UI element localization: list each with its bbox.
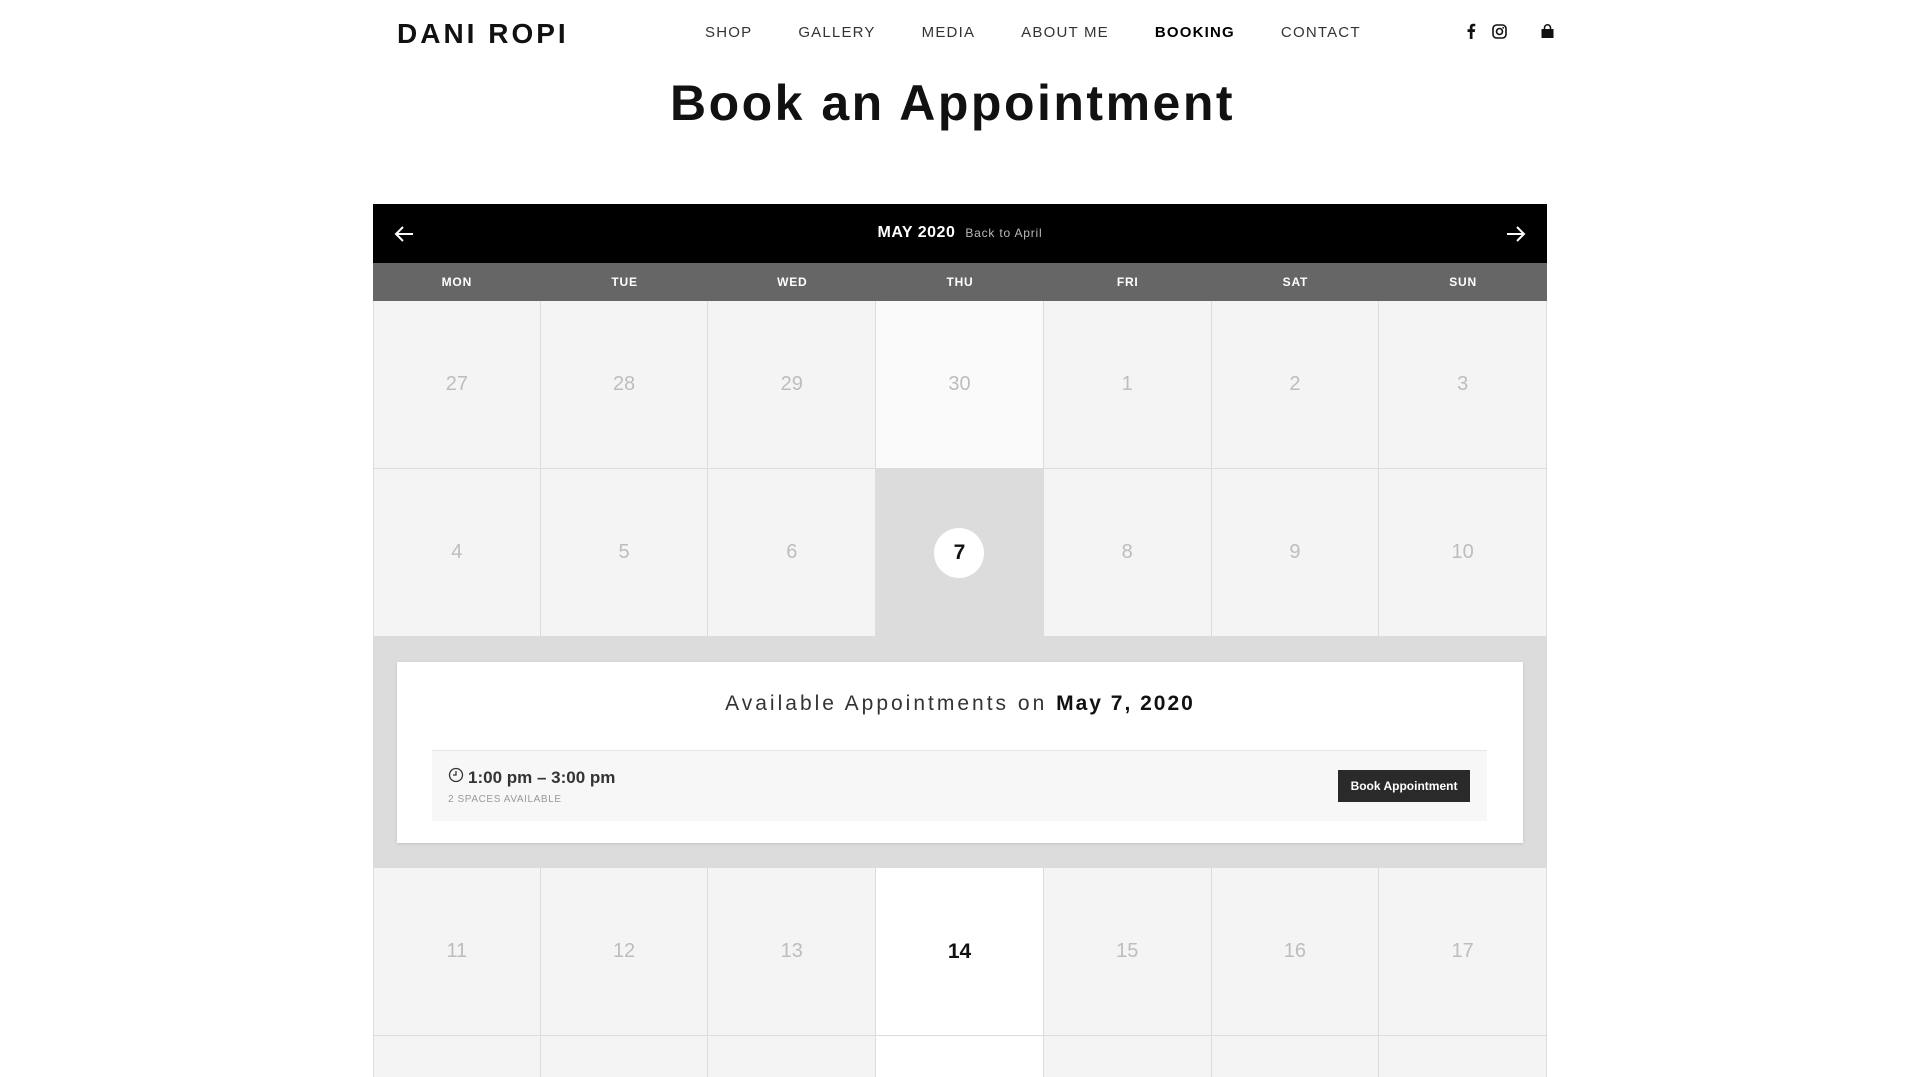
day-cell — [540, 1036, 709, 1077]
slot-time-label: 1:00 pm – 3:00 pm — [468, 767, 616, 787]
nav-shop[interactable]: SHOP — [705, 24, 752, 41]
calendar-week-3: 11 12 13 14 15 16 17 — [373, 868, 1547, 1036]
back-to-previous-month-link[interactable]: Back to April — [965, 226, 1042, 240]
book-appointment-button[interactable]: Book Appointment — [1338, 770, 1470, 802]
calendar-week-1: 27 28 29 30 1 2 3 — [373, 301, 1547, 469]
month-title: MAY 2020 Back to April — [373, 224, 1547, 242]
booking-calendar: MAY 2020 Back to April MON TUE WED THU FR… — [373, 204, 1547, 1077]
day-cell: 11 — [373, 868, 541, 1036]
day-cell: 2 — [1211, 301, 1380, 469]
day-cell: 27 — [373, 301, 541, 469]
calendar-week-4 — [373, 1036, 1547, 1077]
appointment-slot: 1:00 pm – 3:00 pm 2 SPACES AVAILABLE Boo… — [432, 750, 1487, 821]
day-cell: 17 — [1379, 868, 1547, 1036]
calendar-header: MAY 2020 Back to April — [373, 204, 1547, 263]
weekday-thu: THU — [946, 275, 974, 289]
page-title: Book an Appointment — [669, 75, 1236, 131]
appointments-heading-prefix: Available Appointments on — [725, 692, 1048, 715]
day-cell — [373, 1036, 541, 1077]
day-cell — [1379, 1036, 1547, 1077]
nav-contact[interactable]: CONTACT — [1281, 24, 1361, 41]
slot-spaces-available: 2 SPACES AVAILABLE — [448, 794, 562, 805]
day-cell: 5 — [540, 469, 709, 637]
selected-day-badge[interactable]: 7 — [934, 527, 985, 578]
day-cell-today[interactable]: 14 — [876, 868, 1044, 1036]
weekday-mon: MON — [441, 275, 473, 289]
nav-media[interactable]: MEDIA — [922, 24, 976, 41]
day-cell — [708, 1036, 877, 1077]
appointments-heading: Available Appointments on May 7, 2020 — [397, 692, 1523, 716]
nav-gallery[interactable]: GALLERY — [798, 24, 875, 41]
site-logo[interactable]: DANI ROPI — [397, 18, 569, 50]
day-cell — [1043, 1036, 1212, 1077]
weekday-row: MON TUE WED THU FRI SAT SUN — [373, 263, 1547, 301]
day-cell: 6 — [708, 469, 877, 637]
weekday-wed: WED — [777, 275, 808, 289]
appointments-card: Available Appointments on May 7, 2020 1:… — [397, 662, 1523, 843]
day-cell: 16 — [1211, 868, 1380, 1036]
day-cell-selected[interactable]: 7 — [876, 469, 1044, 637]
day-cell: 15 — [1043, 868, 1212, 1036]
next-month-arrow-icon[interactable] — [1503, 221, 1529, 247]
day-cell — [1211, 1036, 1380, 1077]
day-cell: 10 — [1379, 469, 1547, 637]
site-header: DANI ROPI SHOP GALLERY MEDIA ABOUT ME BO… — [0, 0, 1905, 66]
main-nav: SHOP GALLERY MEDIA ABOUT ME BOOKING CONT… — [705, 24, 1407, 41]
day-cell: 12 — [540, 868, 709, 1036]
day-cell: 28 — [540, 301, 709, 469]
clock-icon — [448, 767, 464, 788]
nav-about-me[interactable]: ABOUT ME — [1021, 24, 1109, 41]
day-cell: 29 — [708, 301, 877, 469]
day-cell: 4 — [373, 469, 541, 637]
day-cell: 8 — [1043, 469, 1212, 637]
slot-time: 1:00 pm – 3:00 pm — [448, 767, 615, 788]
month-label: MAY 2020 — [877, 224, 956, 241]
day-cell: 30 — [876, 301, 1044, 469]
day-cell: 9 — [1211, 469, 1380, 637]
shopping-bag-icon[interactable] — [1538, 22, 1556, 40]
day-cell — [876, 1036, 1044, 1077]
day-cell: 13 — [708, 868, 877, 1036]
weekday-sun: SUN — [1449, 275, 1477, 289]
weekday-sat: SAT — [1282, 275, 1309, 289]
instagram-icon[interactable] — [1490, 22, 1508, 40]
day-cell: 1 — [1043, 301, 1212, 469]
appointments-heading-date: May 7, 2020 — [1056, 692, 1195, 715]
social-links — [1462, 22, 1556, 40]
appointments-panel: Available Appointments on May 7, 2020 1:… — [373, 637, 1547, 868]
weekday-tue: TUE — [611, 275, 638, 289]
nav-booking[interactable]: BOOKING — [1155, 24, 1235, 41]
weekday-fri: FRI — [1116, 275, 1139, 289]
day-cell: 3 — [1379, 301, 1547, 469]
facebook-icon[interactable] — [1462, 22, 1480, 40]
calendar-week-2: 4 5 6 7 8 9 10 — [373, 469, 1547, 637]
